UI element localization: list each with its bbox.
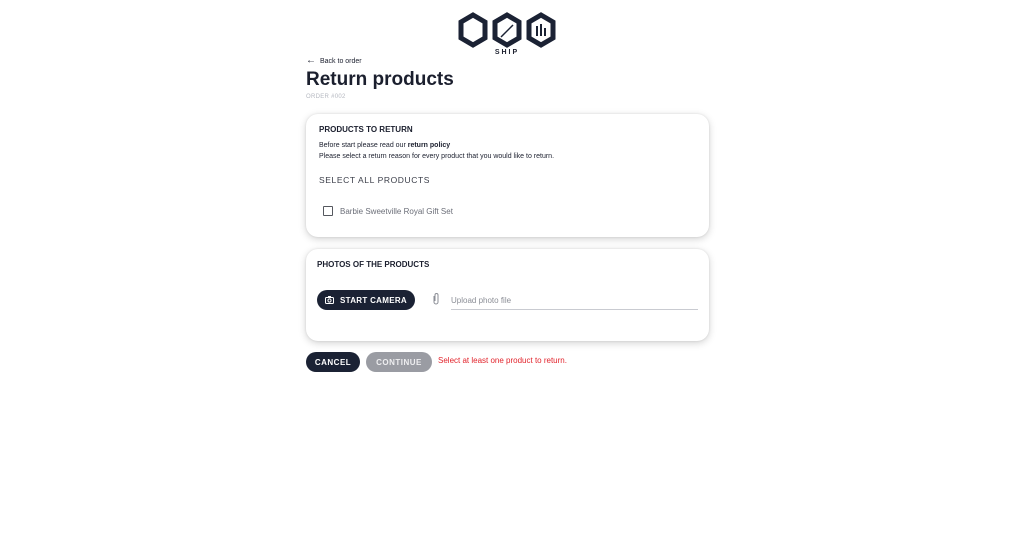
- paperclip-icon[interactable]: [432, 292, 440, 310]
- product-item[interactable]: Barbie Sweetville Royal Gift Set: [323, 206, 453, 216]
- brand-logo: SHIP: [456, 12, 558, 58]
- start-camera-button[interactable]: START CAMERA: [317, 290, 415, 310]
- continue-button[interactable]: CONTINUE: [366, 352, 432, 372]
- error-message: Select at least one product to return.: [438, 356, 567, 365]
- product-checkbox[interactable]: [323, 206, 333, 216]
- brand-name: SHIP: [494, 49, 520, 56]
- policy-prefix: Before start please read our: [319, 142, 408, 149]
- policy-text: Before start please read our return poli…: [319, 140, 554, 162]
- upload-photo-input[interactable]: [451, 293, 698, 310]
- start-camera-label: START CAMERA: [339, 295, 407, 305]
- product-name: Barbie Sweetville Royal Gift Set: [340, 206, 453, 216]
- photos-section-title: PHOTOS OF THE PRODUCTS: [317, 260, 430, 269]
- select-all-products-button[interactable]: SELECT ALL PRODUCTS: [319, 175, 430, 185]
- ogo-hexagon-logo-icon: [458, 12, 556, 48]
- back-label: Back to order: [320, 57, 362, 65]
- products-section-title: PRODUCTS TO RETURN: [319, 125, 413, 134]
- arrow-left-icon: ←: [306, 55, 316, 66]
- camera-icon: [324, 296, 334, 304]
- order-number: ORDER #002: [306, 94, 346, 100]
- photos-card: PHOTOS OF THE PRODUCTS START CAMERA: [306, 249, 709, 341]
- page-title: Return products: [306, 69, 454, 90]
- back-to-order-link[interactable]: ← Back to order: [306, 56, 362, 66]
- products-to-return-card: PRODUCTS TO RETURN Before start please r…: [306, 114, 709, 237]
- instruction-text: Please select a return reason for every …: [319, 153, 555, 160]
- cancel-button[interactable]: CANCEL: [306, 352, 360, 372]
- return-policy-link[interactable]: return policy: [408, 142, 450, 149]
